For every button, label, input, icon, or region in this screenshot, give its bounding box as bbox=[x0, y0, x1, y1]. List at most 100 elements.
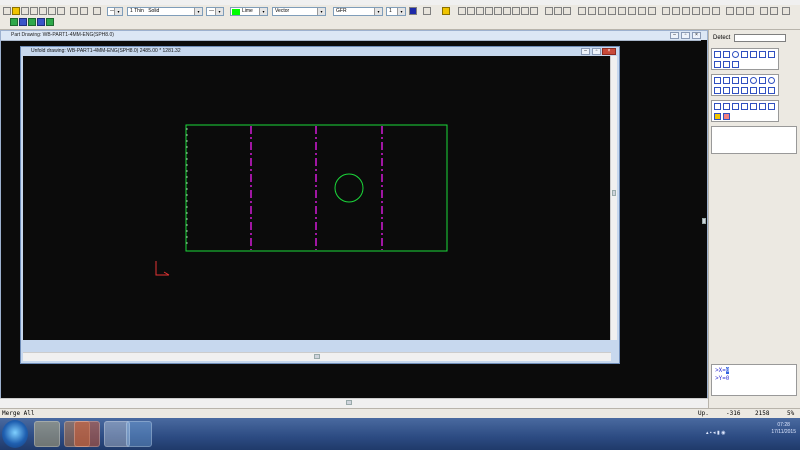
select-icon[interactable] bbox=[563, 7, 571, 15]
copy-icon[interactable] bbox=[48, 7, 56, 15]
view-side-icon[interactable] bbox=[19, 18, 27, 26]
arc-icon[interactable] bbox=[628, 7, 636, 15]
paint-app-icon[interactable] bbox=[126, 421, 152, 447]
save-icon[interactable] bbox=[21, 7, 29, 15]
leader-icon[interactable] bbox=[770, 7, 778, 15]
view-front-icon[interactable] bbox=[10, 18, 18, 26]
outer-horizontal-scrollbar[interactable] bbox=[0, 398, 708, 408]
slot-shape-icon[interactable] bbox=[750, 51, 757, 58]
flange-icon[interactable] bbox=[702, 7, 710, 15]
misc-a-icon[interactable] bbox=[714, 103, 721, 110]
restore-button[interactable]: ▫ bbox=[681, 32, 690, 39]
fold-b-icon[interactable] bbox=[723, 77, 730, 84]
drawing-canvas[interactable] bbox=[23, 56, 611, 340]
zoom-in-icon[interactable] bbox=[476, 7, 484, 15]
chamfer-icon[interactable] bbox=[746, 7, 754, 15]
fold-j-icon[interactable] bbox=[732, 87, 739, 94]
hole-circle[interactable] bbox=[334, 173, 364, 203]
fold-h-icon[interactable] bbox=[714, 87, 721, 94]
square-shape-icon[interactable] bbox=[723, 51, 730, 58]
fold-a-icon[interactable] bbox=[714, 77, 721, 84]
vertical-scroll-thumb[interactable] bbox=[612, 190, 616, 196]
command-coordinate-box[interactable]: >X=0 >Y=0 bbox=[711, 364, 797, 396]
redraw-icon[interactable] bbox=[503, 7, 511, 15]
new-file-icon[interactable] bbox=[3, 7, 11, 15]
start-button[interactable] bbox=[2, 420, 28, 448]
drawing-horizontal-scrollbar[interactable] bbox=[23, 352, 611, 361]
horizontal-line-icon[interactable] bbox=[598, 7, 606, 15]
minimize-button[interactable]: – bbox=[670, 32, 679, 39]
line-tool-icon[interactable] bbox=[588, 7, 596, 15]
firefox-app-icon[interactable] bbox=[74, 421, 100, 447]
misc-i-icon[interactable] bbox=[723, 113, 730, 120]
fold-f-icon[interactable] bbox=[759, 77, 766, 84]
fold-c-icon[interactable] bbox=[732, 77, 739, 84]
polyline-icon[interactable] bbox=[618, 7, 626, 15]
tray-clock[interactable]: 07:28 17/11/2015 bbox=[771, 422, 796, 436]
drawing-vertical-scrollbar[interactable] bbox=[610, 56, 617, 340]
oblong-shape-icon[interactable] bbox=[741, 51, 748, 58]
outer-horizontal-thumb[interactable] bbox=[346, 400, 352, 405]
fold-d-icon[interactable] bbox=[741, 77, 748, 84]
explorer-app-icon[interactable] bbox=[34, 421, 60, 447]
fold-e-icon[interactable] bbox=[750, 77, 757, 84]
angle-dimension-icon[interactable] bbox=[736, 7, 744, 15]
line-width-select[interactable]: 1 Thin Solid ▾ bbox=[127, 7, 203, 16]
fold-n-icon[interactable] bbox=[768, 87, 775, 94]
redo-icon[interactable] bbox=[80, 7, 88, 15]
misc-f-icon[interactable] bbox=[759, 103, 766, 110]
grid-icon[interactable] bbox=[512, 7, 520, 15]
dimension-icon[interactable] bbox=[726, 7, 734, 15]
detect-input[interactable] bbox=[734, 34, 786, 42]
color-select[interactable]: Lime ▾ bbox=[230, 7, 268, 16]
symbol-icon[interactable] bbox=[782, 7, 790, 15]
paste-icon[interactable] bbox=[57, 7, 65, 15]
pencil-icon[interactable] bbox=[442, 7, 450, 15]
misc-b-icon[interactable] bbox=[723, 103, 730, 110]
zoom-extents-icon[interactable] bbox=[467, 7, 475, 15]
rect-shape-icon[interactable] bbox=[714, 51, 721, 58]
fold-up-icon[interactable] bbox=[682, 7, 690, 15]
inner-restore-button[interactable]: ▫ bbox=[592, 48, 601, 55]
fold-tool-icon[interactable] bbox=[662, 7, 670, 15]
inner-minimize-button[interactable]: – bbox=[581, 48, 590, 55]
undo-icon[interactable] bbox=[70, 7, 78, 15]
bracket-shape-icon[interactable] bbox=[714, 61, 721, 68]
misc-d-icon[interactable] bbox=[741, 103, 748, 110]
zoom-out-icon[interactable] bbox=[485, 7, 493, 15]
close-button[interactable]: × bbox=[692, 32, 701, 39]
keyhole-shape-icon[interactable] bbox=[768, 51, 775, 58]
inner-close-button[interactable]: × bbox=[602, 48, 616, 55]
misc-e-icon[interactable] bbox=[750, 103, 757, 110]
d-shape-icon[interactable] bbox=[759, 51, 766, 58]
outer-vertical-thumb[interactable] bbox=[702, 218, 706, 224]
fold-m-icon[interactable] bbox=[759, 87, 766, 94]
render-mode-select[interactable]: Vector ▾ bbox=[272, 7, 326, 16]
view-iso-icon[interactable] bbox=[37, 18, 45, 26]
line-type-select[interactable]: — ▾ bbox=[107, 7, 123, 16]
horizontal-scroll-thumb[interactable] bbox=[314, 354, 320, 359]
coord-x-value[interactable]: 0 bbox=[725, 367, 730, 374]
refresh-icon[interactable] bbox=[93, 7, 101, 15]
view-top-icon[interactable] bbox=[28, 18, 36, 26]
view-unfold-icon[interactable] bbox=[46, 18, 54, 26]
measure-icon[interactable] bbox=[530, 7, 538, 15]
fold-g-icon[interactable] bbox=[768, 77, 775, 84]
hem-icon[interactable] bbox=[692, 7, 700, 15]
fold-down-icon[interactable] bbox=[672, 7, 680, 15]
system-tray-icons[interactable]: ▴ ▪ ◂ ▮ ◉ bbox=[706, 430, 760, 438]
pan-icon[interactable] bbox=[494, 7, 502, 15]
print-icon[interactable] bbox=[39, 7, 47, 15]
rectangle-tool-icon[interactable] bbox=[638, 7, 646, 15]
return-icon[interactable] bbox=[712, 7, 720, 15]
save-all-icon[interactable] bbox=[30, 7, 38, 15]
layers-icon[interactable] bbox=[554, 7, 562, 15]
house-shape-icon[interactable] bbox=[732, 61, 739, 68]
snap-icon[interactable] bbox=[521, 7, 529, 15]
circle-tool-icon[interactable] bbox=[648, 7, 656, 15]
misc-g-icon[interactable] bbox=[768, 103, 775, 110]
point-icon[interactable] bbox=[578, 7, 586, 15]
text-tool-icon[interactable] bbox=[760, 7, 768, 15]
triangle-shape-icon[interactable] bbox=[723, 61, 730, 68]
layer-number-select[interactable]: 1 ▾ bbox=[386, 7, 406, 16]
